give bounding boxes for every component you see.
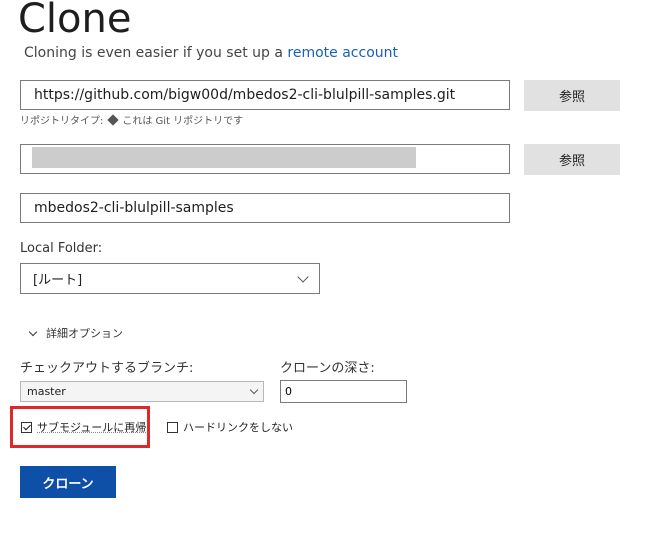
redacted-path (32, 147, 416, 168)
chevron-down-icon (249, 385, 259, 395)
browse-path-button[interactable]: 参照 (524, 144, 620, 175)
clone-button[interactable]: クローン (20, 466, 116, 498)
no-hardlinks-label: ハードリンクをしない (183, 421, 293, 434)
git-icon (107, 113, 120, 126)
depth-label: クローンの深さ: (280, 361, 375, 376)
page-title: Clone (18, 0, 132, 42)
repo-type-info: リポジトリタイプ: これは Git リポジトリです (20, 112, 243, 127)
subtitle-text: Cloning is even easier if you set up a (24, 45, 283, 61)
local-folder-dropdown[interactable]: [ルート] (20, 263, 320, 294)
remote-account-link[interactable]: remote account (287, 45, 398, 61)
subtitle: Cloning is even easier if you set up a r… (24, 45, 398, 61)
advanced-options-toggle[interactable]: 詳細オプション (28, 325, 123, 341)
browse-url-button[interactable]: 参照 (524, 80, 620, 111)
repo-type-label: リポジトリタイプ: (20, 116, 104, 127)
local-folder-label: Local Folder: (20, 241, 103, 256)
repo-type-text: これは Git リポジトリです (122, 116, 244, 127)
branch-dropdown[interactable]: master (20, 381, 264, 402)
repo-name-input[interactable] (20, 193, 510, 223)
branch-label: チェックアウトするブランチ: (20, 361, 194, 376)
highlight-box (10, 406, 150, 448)
branch-value: master (27, 385, 66, 398)
chevron-down-icon (28, 327, 38, 336)
advanced-options-label: 詳細オプション (46, 327, 123, 340)
repo-url-input[interactable] (20, 80, 510, 110)
no-hardlinks-checkbox[interactable] (167, 421, 178, 433)
chevron-down-icon (297, 270, 309, 283)
no-hardlinks-option[interactable]: ハードリンクをしない (167, 419, 293, 435)
local-folder-value: [ルート] (33, 273, 83, 288)
clone-depth-input[interactable] (280, 380, 407, 403)
